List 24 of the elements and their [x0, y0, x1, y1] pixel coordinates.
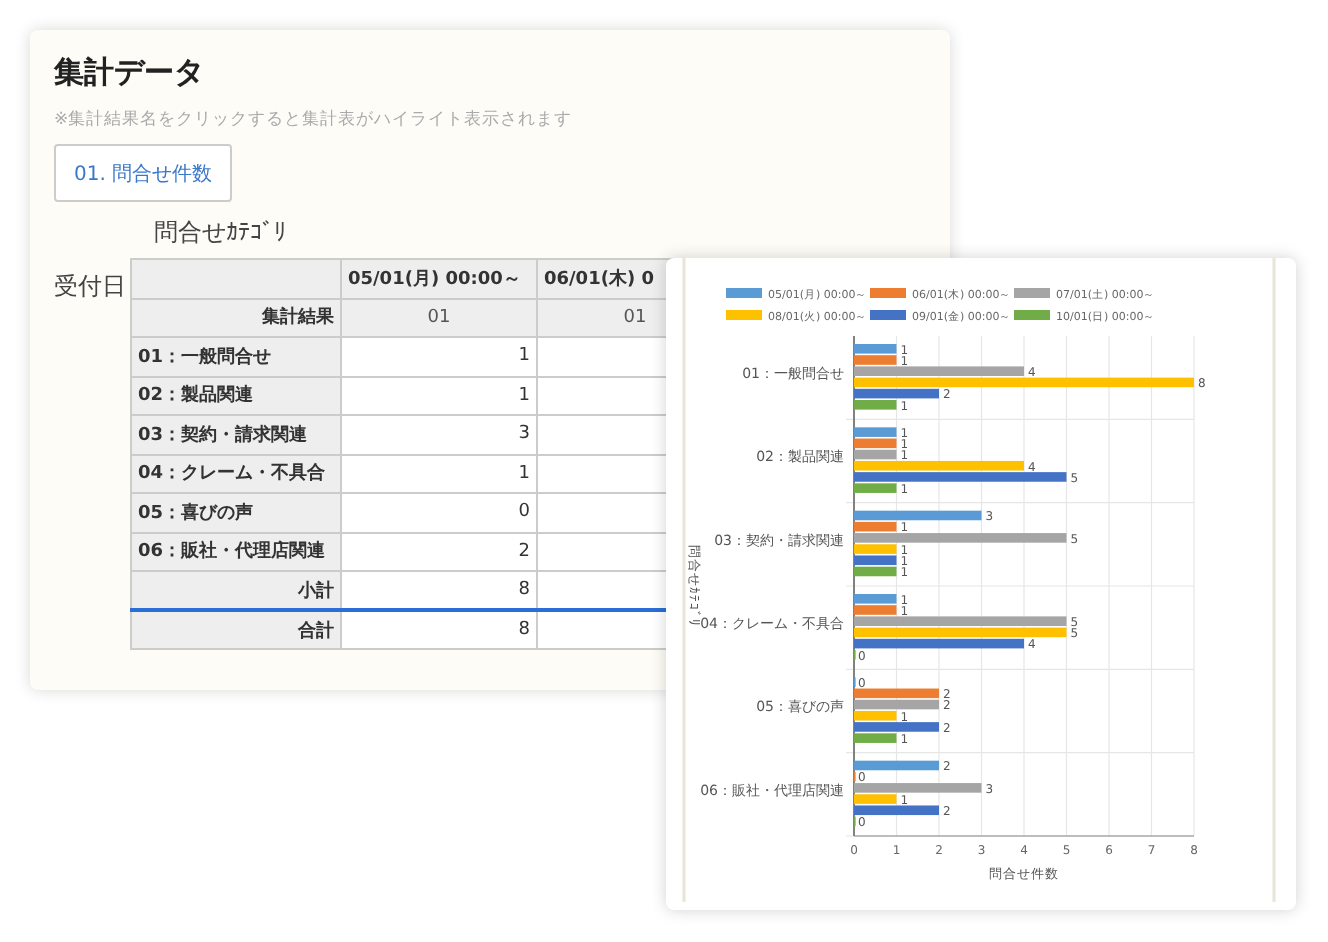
hint-text: ※集計結果名をクリックすると集計表がハイライト表示されます — [54, 108, 575, 132]
row-header[interactable]: 04：クレーム・不具合 — [131, 454, 341, 493]
table-cell: 1 — [341, 454, 537, 493]
row-axis-label: 受付日 — [54, 272, 126, 300]
column-header: 05/01(月) 00:00～ — [341, 259, 537, 298]
row-header[interactable]: 05：喜びの声 — [131, 493, 341, 532]
table-cell: 0 — [341, 493, 537, 532]
column-axis-label: 問合せｶﾃｺﾞﾘ — [154, 218, 286, 246]
table-cell: 01 — [341, 298, 537, 337]
row-header: 合計 — [131, 610, 341, 649]
row-header[interactable]: 02：製品関連 — [131, 376, 341, 415]
row-header: 集計結果 — [131, 298, 341, 337]
table-cell: 3 — [341, 415, 537, 454]
row-header[interactable]: 03：契約・請求関連 — [131, 415, 341, 454]
row-header[interactable]: 06：販社・代理店関連 — [131, 532, 341, 571]
table-cell: 8 — [341, 571, 537, 610]
table-cell: 1 — [341, 337, 537, 376]
row-header[interactable]: 01：一般問合せ — [131, 337, 341, 376]
table-cell: 2 — [341, 532, 537, 571]
row-header: 小計 — [131, 571, 341, 610]
table-cell: 1 — [341, 376, 537, 415]
table-cell: 8 — [341, 610, 537, 649]
result-button[interactable]: 01. 問合せ件数 — [54, 144, 233, 202]
report-title: 集計データ — [54, 54, 206, 94]
